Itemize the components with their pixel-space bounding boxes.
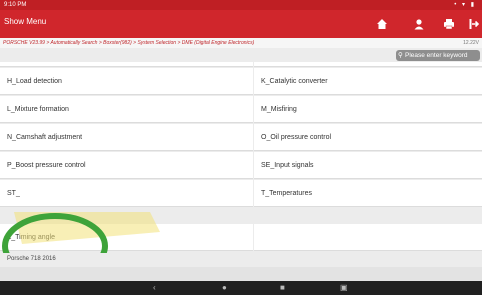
vehicle-info: Porsche 718 2016: [0, 253, 482, 267]
status-icons: • ▾ ▮: [454, 2, 476, 8]
home-icon: [377, 19, 387, 29]
user-icon: [414, 19, 424, 30]
menu-item-empty[interactable]: [254, 224, 482, 251]
page-title: Show Menu: [4, 17, 47, 26]
home-button[interactable]: [370, 13, 394, 35]
back-icon[interactable]: ‹: [153, 283, 156, 292]
system-nav-bar: ‹ ● ■ ▣: [0, 281, 482, 295]
exit-icon: [469, 19, 480, 29]
recents-icon[interactable]: ■: [280, 283, 285, 292]
menu-item-boost-pressure-control[interactable]: P_Boost pressure control: [0, 152, 253, 179]
menu-grid: H_Load detection K_Catalytic converter L…: [0, 62, 482, 260]
battery-voltage: 12.22V: [463, 40, 479, 46]
menu-item-timing-angle[interactable]: Z_Timing angle: [0, 224, 253, 251]
menu-item-mixture-formation[interactable]: L_Mixture formation: [0, 96, 253, 123]
screenshot-icon[interactable]: ▣: [340, 283, 348, 292]
menu-item-camshaft-adjustment[interactable]: N_Camshaft adjustment: [0, 124, 253, 151]
menu-item-catalytic-converter[interactable]: K_Catalytic converter: [254, 68, 482, 95]
breadcrumb-path: PORSCHE V23.99 > Automatically Search > …: [3, 40, 255, 46]
user-button[interactable]: [407, 13, 431, 35]
vehicle-label: Porsche 718 2016: [7, 256, 56, 262]
search-input[interactable]: ⚲ Please enter keyword: [396, 50, 480, 61]
top-bar: Show Menu: [0, 10, 482, 38]
status-time: 9:10 PM: [4, 2, 27, 8]
menu-item-partial[interactable]: [0, 62, 253, 67]
search-icon: ⚲: [398, 52, 403, 59]
exit-button[interactable]: [462, 13, 482, 35]
search-placeholder: Please enter keyword: [405, 52, 468, 59]
print-icon: [444, 19, 454, 30]
home-dot-icon[interactable]: ●: [222, 283, 227, 292]
footer-bar: [0, 267, 482, 281]
menu-item-partial[interactable]: [254, 62, 482, 67]
menu-item-temperatures[interactable]: T_Temperatures: [254, 180, 482, 207]
status-bar: 9:10 PM • ▾ ▮: [0, 0, 482, 10]
menu-item-st[interactable]: ST_: [0, 180, 253, 207]
print-button[interactable]: [437, 13, 461, 35]
search-bar: ⚲ Please enter keyword: [0, 48, 482, 62]
breadcrumb: PORSCHE V23.99 > Automatically Search > …: [0, 38, 482, 48]
menu-item-oil-pressure-control[interactable]: O_Oil pressure control: [254, 124, 482, 151]
menu-item-load-detection[interactable]: H_Load detection: [0, 68, 253, 95]
menu-item-misfiring[interactable]: M_Misfiring: [254, 96, 482, 123]
menu-item-input-signals[interactable]: SE_Input signals: [254, 152, 482, 179]
